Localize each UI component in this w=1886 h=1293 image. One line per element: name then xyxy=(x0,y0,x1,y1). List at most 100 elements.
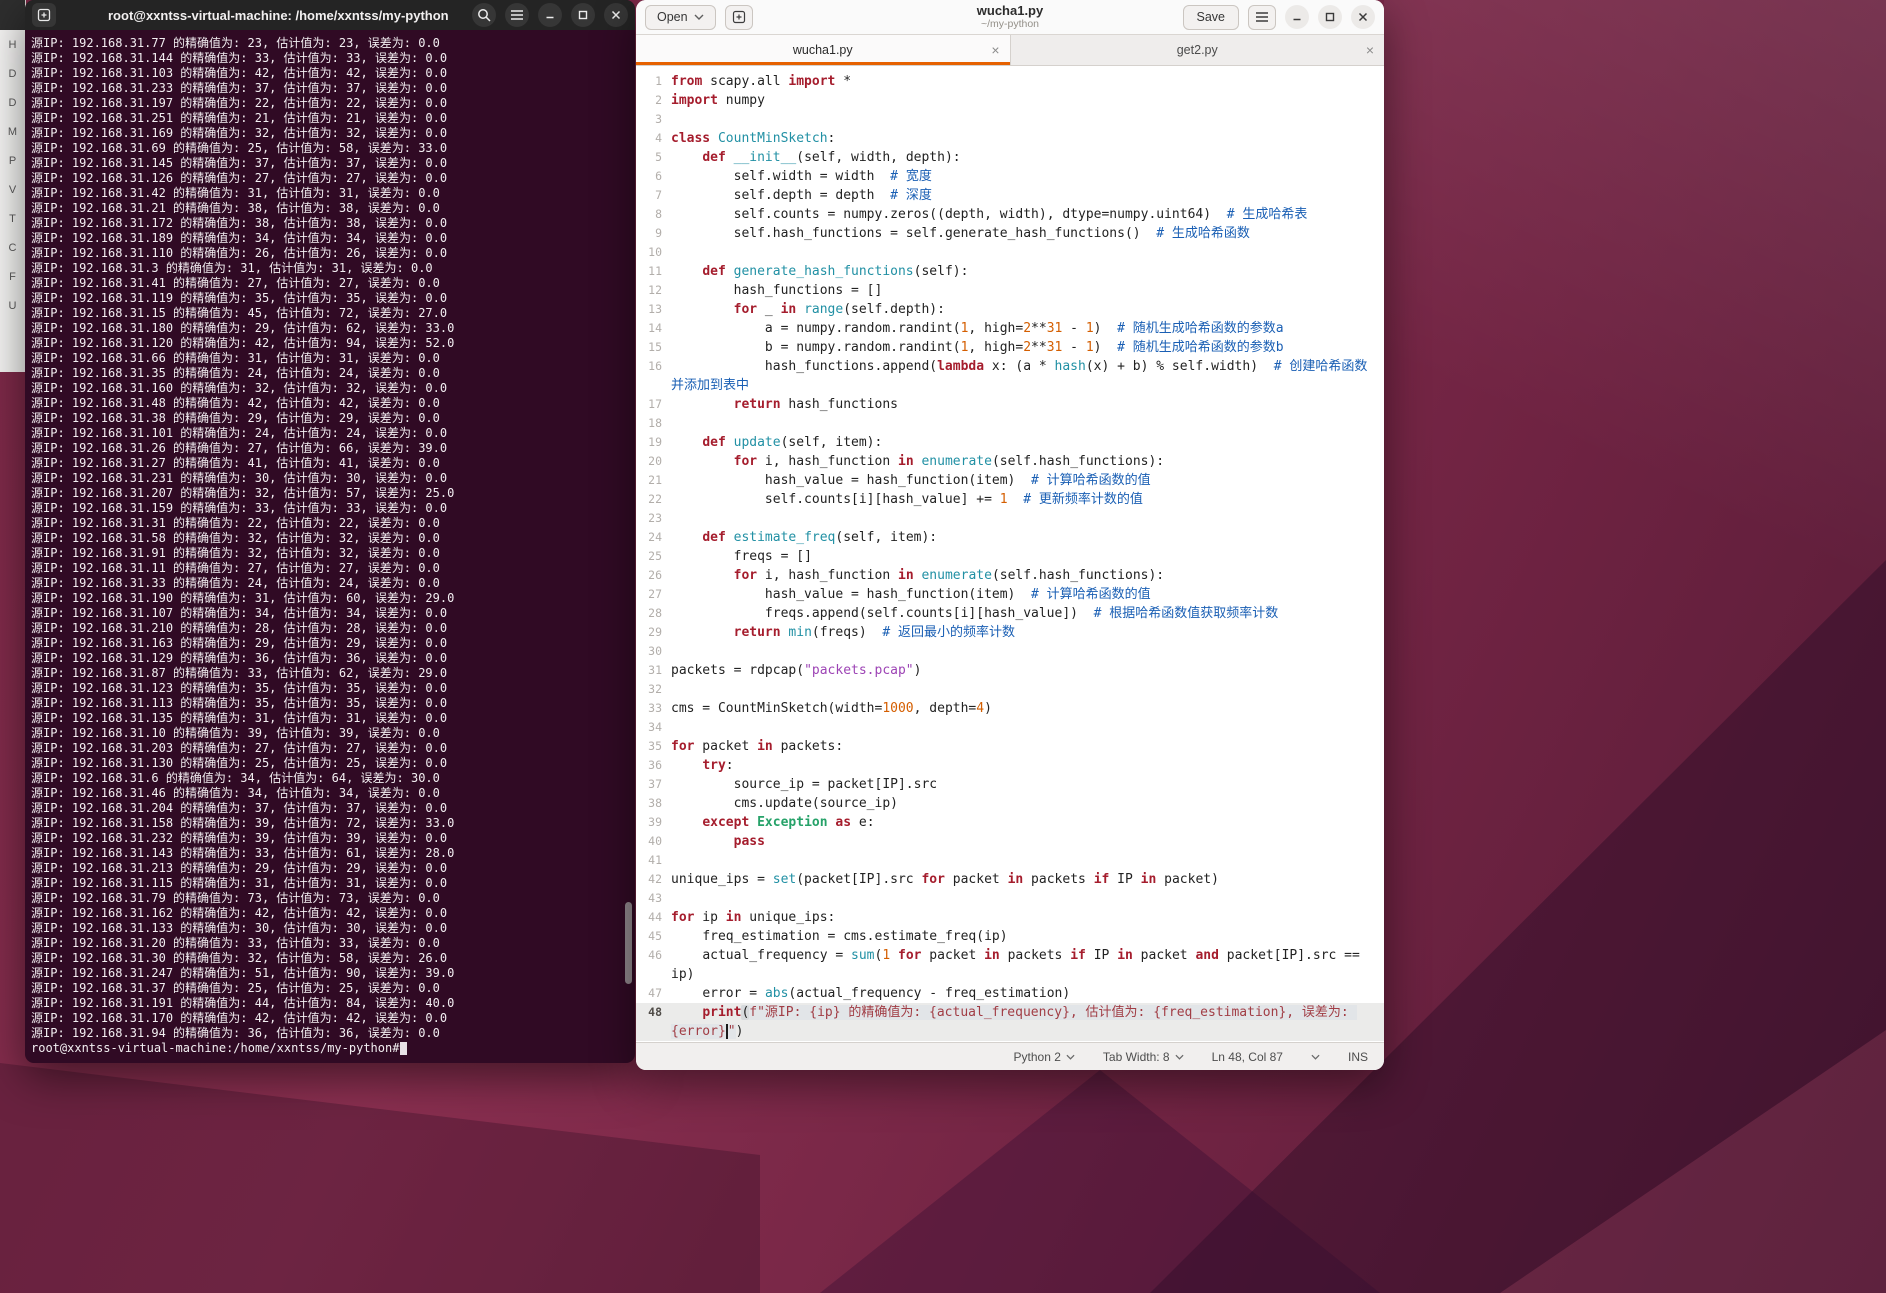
code-line[interactable]: 40 pass xyxy=(636,832,1384,851)
line-number: 40 xyxy=(648,834,662,848)
cursor-position[interactable]: Ln 48, Col 87 xyxy=(1212,1050,1283,1064)
code-line[interactable]: 23 xyxy=(636,509,1384,528)
code-line[interactable]: 48 print(f"源IP: {ip} 的精确值为: {actual_freq… xyxy=(636,1003,1384,1041)
code-line[interactable]: 12 hash_functions = [] xyxy=(636,281,1384,300)
code-area[interactable]: 1 from scapy.all import * 2 import numpy 3 4 c… xyxy=(636,66,1384,1042)
code-line[interactable]: 5 def __init__(self, width, depth): xyxy=(636,148,1384,167)
terminal-line: 源IP: 192.168.31.197 的精确值为: 22, 估计值为: 22,… xyxy=(31,96,448,110)
code-line[interactable]: 2 import numpy xyxy=(636,91,1384,110)
terminal-line: 源IP: 192.168.31.120 的精确值为: 42, 估计值为: 94,… xyxy=(31,336,455,350)
code-line[interactable]: 24 def estimate_freq(self, item): xyxy=(636,528,1384,547)
code-line[interactable]: 21 hash_value = hash_function(item) # 计算… xyxy=(636,471,1384,490)
code-line[interactable]: 17 return hash_functions xyxy=(636,395,1384,414)
terminal-scrollbar[interactable] xyxy=(625,902,632,984)
goto-line-chevron[interactable] xyxy=(1311,1054,1320,1060)
terminal-line: 源IP: 192.168.31.130 的精确值为: 25, 估计值为: 25,… xyxy=(31,756,448,770)
terminal-minimize-button[interactable] xyxy=(538,3,562,27)
tab-get2[interactable]: get2.py × xyxy=(1010,35,1384,65)
code-line[interactable]: 41 xyxy=(636,851,1384,870)
line-number: 48 xyxy=(648,1005,662,1019)
editor-titlebar[interactable]: Open wucha1.py ~/my-python Save xyxy=(636,0,1384,35)
search-button[interactable] xyxy=(472,3,496,27)
line-number: 24 xyxy=(648,530,662,544)
hamburger-menu-icon xyxy=(1256,12,1268,22)
code-line[interactable]: 15 b = numpy.random.randint(1, high=2**3… xyxy=(636,338,1384,357)
code-line[interactable]: 4 class CountMinSketch: xyxy=(636,129,1384,148)
new-tab-button[interactable] xyxy=(32,3,56,27)
save-button[interactable]: Save xyxy=(1182,4,1239,30)
code-line[interactable]: 20 for i, hash_function in enumerate(sel… xyxy=(636,452,1384,471)
code-line[interactable]: 25 freqs = [] xyxy=(636,547,1384,566)
code-line[interactable]: 26 for i, hash_function in enumerate(sel… xyxy=(636,566,1384,585)
terminal-menu-button[interactable] xyxy=(505,3,529,27)
tab-wucha1[interactable]: wucha1.py × xyxy=(636,35,1011,65)
tab-close-icon[interactable]: × xyxy=(991,43,999,57)
code-line[interactable]: 32 xyxy=(636,680,1384,699)
hamburger-menu-icon xyxy=(511,10,523,20)
code-line[interactable]: 9 self.hash_functions = self.generate_ha… xyxy=(636,224,1384,243)
terminal-prompt: root@xxntss-virtual-machine:/home/xxntss… xyxy=(31,1041,400,1055)
code-line[interactable]: 39 except Exception as e: xyxy=(636,813,1384,832)
code-line[interactable]: 10 xyxy=(636,243,1384,262)
editor-new-tab-button[interactable] xyxy=(724,4,753,30)
code-line[interactable]: 3 xyxy=(636,110,1384,129)
terminal-line: 源IP: 192.168.31.135 的精确值为: 31, 估计值为: 31,… xyxy=(31,711,448,725)
code-line[interactable]: 1 from scapy.all import * xyxy=(636,72,1384,91)
code-line[interactable]: 46 actual_frequency = sum(1 for packet i… xyxy=(636,946,1384,984)
terminal-line: 源IP: 192.168.31.48 的精确值为: 42, 估计值为: 42, … xyxy=(31,396,440,410)
line-number: 44 xyxy=(648,910,662,924)
line-number: 29 xyxy=(648,625,662,639)
terminal-line: 源IP: 192.168.31.30 的精确值为: 32, 估计值为: 58, … xyxy=(31,951,448,965)
terminal-body[interactable]: 源IP: 192.168.31.77 的精确值为: 23, 估计值为: 23, … xyxy=(25,30,635,1063)
code-line[interactable]: 33 cms = CountMinSketch(width=1000, depth… xyxy=(636,699,1384,718)
code-line[interactable]: 27 hash_value = hash_function(item) # 计算… xyxy=(636,585,1384,604)
code-line[interactable]: 18 xyxy=(636,414,1384,433)
terminal-line: 源IP: 192.168.31.170 的精确值为: 42, 估计值为: 42,… xyxy=(31,1011,448,1025)
strip-item: D xyxy=(8,97,17,109)
code-line[interactable]: 43 xyxy=(636,889,1384,908)
code-line[interactable]: 35 for packet in packets: xyxy=(636,737,1384,756)
tab-close-icon[interactable]: × xyxy=(1366,43,1374,57)
code-line[interactable]: 28 freqs.append(self.counts[i][hash_valu… xyxy=(636,604,1384,623)
line-number: 1 xyxy=(655,74,662,88)
code-line[interactable]: 13 for _ in range(self.depth): xyxy=(636,300,1384,319)
editor-close-button[interactable] xyxy=(1351,5,1375,29)
code-line[interactable]: 19 def update(self, item): xyxy=(636,433,1384,452)
code-line[interactable]: 37 source_ip = packet[IP].src xyxy=(636,775,1384,794)
terminal-titlebar[interactable]: root@xxntss-virtual-machine: /home/xxnts… xyxy=(25,0,635,30)
terminal-line: 源IP: 192.168.31.110 的精确值为: 26, 估计值为: 26,… xyxy=(31,246,448,260)
code-line[interactable]: 34 xyxy=(636,718,1384,737)
code-line[interactable]: 14 a = numpy.random.randint(1, high=2**3… xyxy=(636,319,1384,338)
code-line[interactable]: 47 error = abs(actual_frequency - freq_e… xyxy=(636,984,1384,1003)
line-number: 8 xyxy=(655,207,662,221)
terminal-line: 源IP: 192.168.31.113 的精确值为: 35, 估计值为: 35,… xyxy=(31,696,448,710)
code-line[interactable]: 44 for ip in unique_ips: xyxy=(636,908,1384,927)
open-button[interactable]: Open xyxy=(645,4,716,30)
code-line[interactable]: 30 xyxy=(636,642,1384,661)
code-line[interactable]: 38 cms.update(source_ip) xyxy=(636,794,1384,813)
code-line[interactable]: 42 unique_ips = set(packet[IP].src for pa… xyxy=(636,870,1384,889)
editor-menu-button[interactable] xyxy=(1248,4,1276,30)
editor-minimize-button[interactable] xyxy=(1285,5,1309,29)
line-number: 30 xyxy=(648,644,662,658)
status-bar: Python 2 Tab Width: 8 Ln 48, Col 87 INS xyxy=(636,1042,1384,1070)
terminal-close-button[interactable] xyxy=(604,3,628,27)
code-line[interactable]: 11 def generate_hash_functions(self): xyxy=(636,262,1384,281)
code-line[interactable]: 31 packets = rdpcap("packets.pcap") xyxy=(636,661,1384,680)
code-line[interactable]: 22 self.counts[i][hash_value] += 1 # 更新频… xyxy=(636,490,1384,509)
terminal-maximize-button[interactable] xyxy=(571,3,595,27)
line-number: 7 xyxy=(655,188,662,202)
code-line[interactable]: 36 try: xyxy=(636,756,1384,775)
editor-maximize-button[interactable] xyxy=(1318,5,1342,29)
code-line[interactable]: 16 hash_functions.append(lambda x: (a * … xyxy=(636,357,1384,395)
language-selector[interactable]: Python 2 xyxy=(1014,1050,1075,1064)
line-number: 12 xyxy=(648,283,662,297)
tab-width-selector[interactable]: Tab Width: 8 xyxy=(1103,1050,1184,1064)
new-tab-icon xyxy=(37,8,51,22)
code-line[interactable]: 7 self.depth = depth # 深度 xyxy=(636,186,1384,205)
code-line[interactable]: 45 freq_estimation = cms.estimate_freq(i… xyxy=(636,927,1384,946)
code-line[interactable]: 6 self.width = width # 宽度 xyxy=(636,167,1384,186)
code-line[interactable]: 8 self.counts = numpy.zeros((depth, widt… xyxy=(636,205,1384,224)
line-number: 32 xyxy=(648,682,662,696)
code-line[interactable]: 29 return min(freqs) # 返回最小的频率计数 xyxy=(636,623,1384,642)
